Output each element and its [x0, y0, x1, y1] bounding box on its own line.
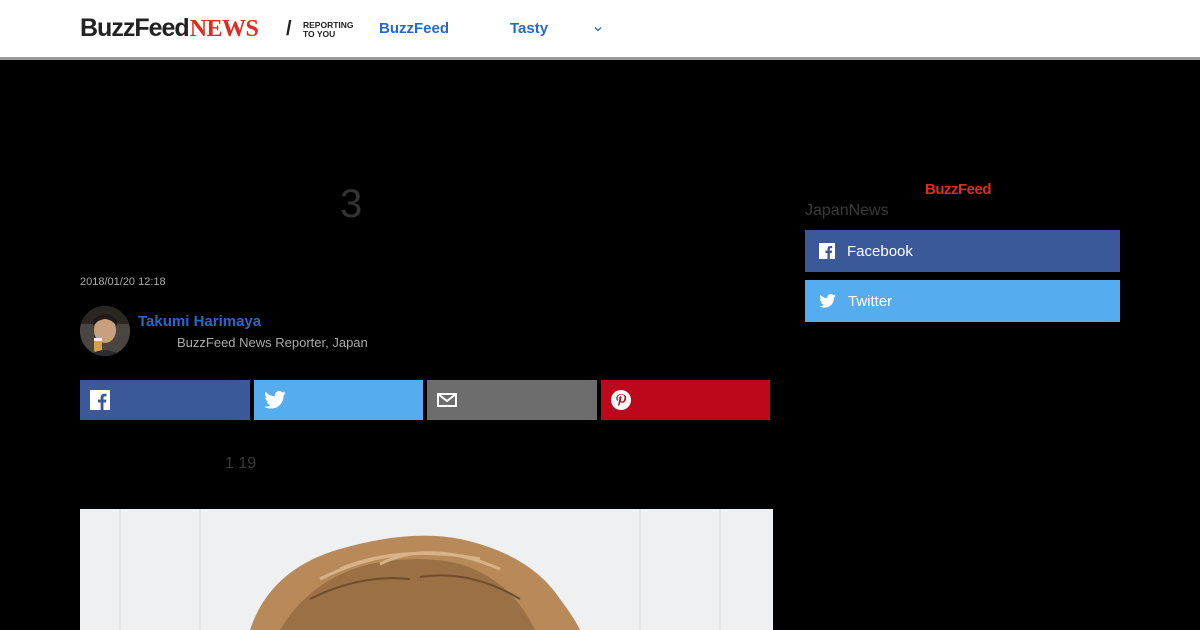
logo-tagline-line-2: TO YOU: [303, 29, 336, 39]
share-bar: [80, 380, 770, 420]
sidebar-label: JapanNews: [805, 202, 889, 219]
share-email-button[interactable]: [427, 380, 597, 420]
hero-photo: [80, 509, 773, 630]
follow-facebook-label: Facebook: [847, 242, 913, 260]
site-header: BuzzFeed NEWS / REPORTING TO YOU BuzzFeed…: [0, 0, 1200, 60]
buzzfeed-news-logo[interactable]: BuzzFeed NEWS / REPORTING TO YOU: [80, 14, 354, 44]
nav-link-tasty[interactable]: Tasty: [510, 20, 548, 37]
follow-twitter-button[interactable]: Twitter: [805, 280, 1120, 322]
article-timestamp: 2018/01/20 12:18: [80, 276, 166, 288]
follow-facebook-button[interactable]: Facebook: [805, 230, 1120, 272]
twitter-icon: [819, 294, 836, 308]
article-body-text: 1 19: [225, 455, 257, 472]
article-headline: 3: [340, 182, 363, 226]
logo-news-text: NEWS: [189, 16, 259, 42]
chevron-down-icon[interactable]: [593, 24, 603, 34]
logo-tagline: REPORTING TO YOU: [303, 21, 363, 39]
share-facebook-button[interactable]: [80, 380, 250, 420]
author-photo: [80, 306, 130, 356]
share-twitter-button[interactable]: [253, 380, 423, 420]
author-name[interactable]: Takumi Harimaya: [138, 313, 261, 330]
logo-slash: /: [286, 18, 292, 40]
mail-icon: [437, 393, 457, 407]
article-hero-image: [80, 509, 773, 630]
pinterest-icon: [610, 390, 631, 410]
facebook-icon: [819, 243, 835, 259]
author-avatar[interactable]: [80, 306, 130, 356]
follow-twitter-label: Twitter: [848, 292, 893, 310]
facebook-icon: [90, 390, 110, 410]
author-role: BuzzFeed News Reporter, Japan: [177, 335, 368, 350]
sidebar-buzzfeed-logo: BuzzFeed: [925, 181, 992, 198]
logo-brand-text: BuzzFeed: [80, 14, 190, 42]
nav-link-buzzfeed[interactable]: BuzzFeed: [379, 20, 449, 37]
share-pinterest-button[interactable]: [600, 380, 770, 420]
twitter-icon: [263, 391, 286, 409]
